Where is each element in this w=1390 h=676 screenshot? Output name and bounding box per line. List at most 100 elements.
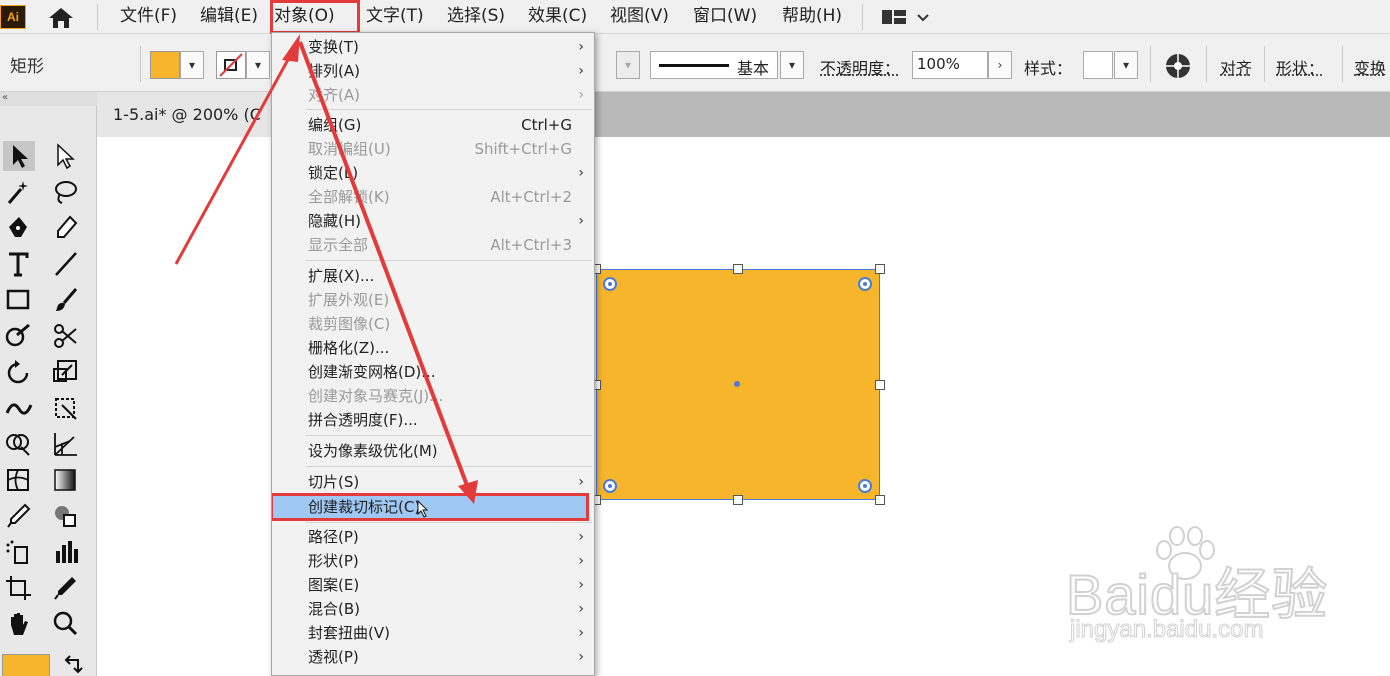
menu-item-make-pixel-perfect[interactable]: 设为像素级优化(M) <box>272 439 594 463</box>
menu-item-pattern[interactable]: 图案(E) › <box>272 573 594 597</box>
magic-wand-tool-icon[interactable] <box>3 177 35 207</box>
submenu-chevron-icon: › <box>578 165 584 181</box>
menu-item-arrange[interactable]: 排列(A) › <box>272 59 594 83</box>
gradient-tool-icon[interactable] <box>50 465 82 495</box>
free-transform-tool-icon[interactable] <box>50 393 82 423</box>
menu-item-slice[interactable]: 切片(S) › <box>272 470 594 494</box>
menu-select[interactable]: 选择(S) <box>447 0 505 34</box>
menu-item-blend[interactable]: 混合(B) › <box>272 597 594 621</box>
menu-item-transform[interactable]: 变换(T) › <box>272 35 594 59</box>
menu-item-expand[interactable]: 扩展(X)... <box>272 264 594 288</box>
menu-item-group[interactable]: 编组(G) Ctrl+G <box>272 113 594 137</box>
corner-radius-widget[interactable] <box>858 277 872 291</box>
eyedropper-alt-tool-icon[interactable] <box>50 573 82 603</box>
submenu-chevron-icon: › <box>578 63 584 79</box>
menu-item-unlock-all: 全部解锁(K) Alt+Ctrl+2 <box>308 188 572 206</box>
type-tool-icon[interactable] <box>3 249 35 279</box>
recolor-artwork-icon[interactable] <box>1164 52 1192 80</box>
menu-item-envelope-distort[interactable]: 封套扭曲(V) › <box>272 621 594 645</box>
rotate-tool-icon[interactable] <box>3 357 35 387</box>
menu-item-path[interactable]: 路径(P) › <box>272 525 594 549</box>
fill-color-swatch[interactable] <box>150 51 180 79</box>
menu-effect[interactable]: 效果(C) <box>528 0 587 34</box>
watermark-url: jingyan.baidu.com <box>1069 616 1264 644</box>
zoom-tool-icon[interactable] <box>50 609 82 639</box>
eyedropper-tool-icon[interactable] <box>3 501 35 531</box>
symbol-sprayer-tool-icon[interactable] <box>3 537 35 567</box>
control-divider <box>1342 46 1343 82</box>
stroke-profile-preview <box>659 64 729 67</box>
menu-item-align: 对齐(A) › <box>272 83 594 107</box>
stroke-dropdown-chevron-icon[interactable]: ▾ <box>246 51 270 79</box>
menu-edit[interactable]: 编辑(E) <box>200 0 258 34</box>
toolbar-fill-swatch[interactable] <box>2 654 50 676</box>
style-dropdown-chevron-icon[interactable]: ▾ <box>1114 51 1138 79</box>
stroke-profile-chevron-icon[interactable]: ▾ <box>780 51 804 79</box>
pen-tool-icon[interactable] <box>3 213 35 243</box>
curvature-tool-icon[interactable] <box>50 213 82 243</box>
home-icon[interactable] <box>46 5 76 31</box>
menu-help[interactable]: 帮助(H) <box>782 0 842 34</box>
opacity-field[interactable]: 100% <box>912 51 988 79</box>
selection-tool-icon[interactable] <box>3 141 35 171</box>
scissors-tool-icon[interactable] <box>50 321 82 351</box>
warp-tool-icon[interactable] <box>3 393 35 423</box>
live-paint-bucket-tool-icon[interactable] <box>50 501 82 531</box>
menu-separator <box>306 466 592 467</box>
menu-item-rasterize[interactable]: 栅格化(Z)... <box>272 336 594 360</box>
selected-object-type: 矩形 <box>10 57 44 77</box>
column-graph-tool-icon[interactable] <box>50 537 82 567</box>
corner-radius-widget[interactable] <box>603 277 617 291</box>
panel-collapse-icon[interactable]: « <box>0 92 97 106</box>
stroke-profile-select[interactable]: 基本 <box>650 51 778 79</box>
graphic-style-swatch[interactable] <box>1083 51 1113 79</box>
menu-item-flatten-transparency[interactable]: 拼合透明度(F)... <box>272 408 594 432</box>
control-divider <box>1264 46 1265 82</box>
submenu-chevron-icon: › <box>578 39 584 55</box>
resize-handle[interactable] <box>875 264 885 274</box>
paintbrush-tool-icon[interactable] <box>50 285 82 315</box>
menu-window[interactable]: 窗口(W) <box>693 0 757 34</box>
line-tool-icon[interactable] <box>50 249 82 279</box>
mesh-tool-icon[interactable] <box>3 465 35 495</box>
corner-radius-widget[interactable] <box>858 479 872 493</box>
rectangle-tool-icon[interactable] <box>3 285 35 315</box>
menu-item-create-trim-marks[interactable]: 创建裁切标记(C) <box>272 493 589 521</box>
resize-handle[interactable] <box>875 495 885 505</box>
menu-view[interactable]: 视图(V) <box>610 0 669 34</box>
menu-object[interactable]: 对象(O) <box>270 0 360 34</box>
illustrator-logo: Ai <box>0 5 26 29</box>
workspace-switcher-icon[interactable] <box>878 5 938 29</box>
shape-link[interactable]: 形状： <box>1276 55 1324 79</box>
hand-tool-icon[interactable] <box>3 609 35 639</box>
menu-file[interactable]: 文件(F) <box>120 0 177 34</box>
align-link[interactable]: 对齐 <box>1220 55 1252 79</box>
menu-item-expand-appearance: 扩展外观(E) <box>308 291 390 309</box>
transform-link[interactable]: 变换 <box>1354 55 1386 79</box>
opacity-chevron-right-icon[interactable]: › <box>988 51 1012 79</box>
submenu-chevron-icon: › <box>578 553 584 569</box>
swap-fill-stroke-icon[interactable] <box>58 654 88 676</box>
menu-item-lock[interactable]: 锁定(L) › <box>272 161 594 185</box>
menu-type[interactable]: 文字(T) <box>366 0 424 34</box>
document-tab[interactable]: 1-5.ai* @ 200% (C <box>97 92 273 137</box>
control-divider <box>140 46 141 82</box>
menu-item-shape[interactable]: 形状(P) › <box>272 549 594 573</box>
resize-handle[interactable] <box>875 380 885 390</box>
resize-handle[interactable] <box>733 495 743 505</box>
corner-radius-widget[interactable] <box>603 479 617 493</box>
fill-dropdown-chevron-icon[interactable]: ▾ <box>180 51 204 79</box>
shaper-tool-icon[interactable] <box>3 321 35 351</box>
menu-item-create-gradient-mesh[interactable]: 创建渐变网格(D)... <box>272 360 594 384</box>
lasso-tool-icon[interactable] <box>50 177 82 207</box>
shape-builder-tool-icon[interactable] <box>3 429 35 459</box>
menu-item-perspective[interactable]: 透视(P) › <box>272 645 594 669</box>
artboard-tool-icon[interactable] <box>3 573 35 603</box>
perspective-grid-tool-icon[interactable] <box>50 429 82 459</box>
scale-tool-icon[interactable] <box>50 357 82 387</box>
menu-item-hide[interactable]: 隐藏(H) › <box>272 209 594 233</box>
direct-selection-tool-icon[interactable] <box>50 141 82 171</box>
resize-handle[interactable] <box>733 264 743 274</box>
stroke-color-swatch[interactable] <box>216 51 246 79</box>
opacity-link[interactable]: 不透明度： <box>820 55 900 79</box>
